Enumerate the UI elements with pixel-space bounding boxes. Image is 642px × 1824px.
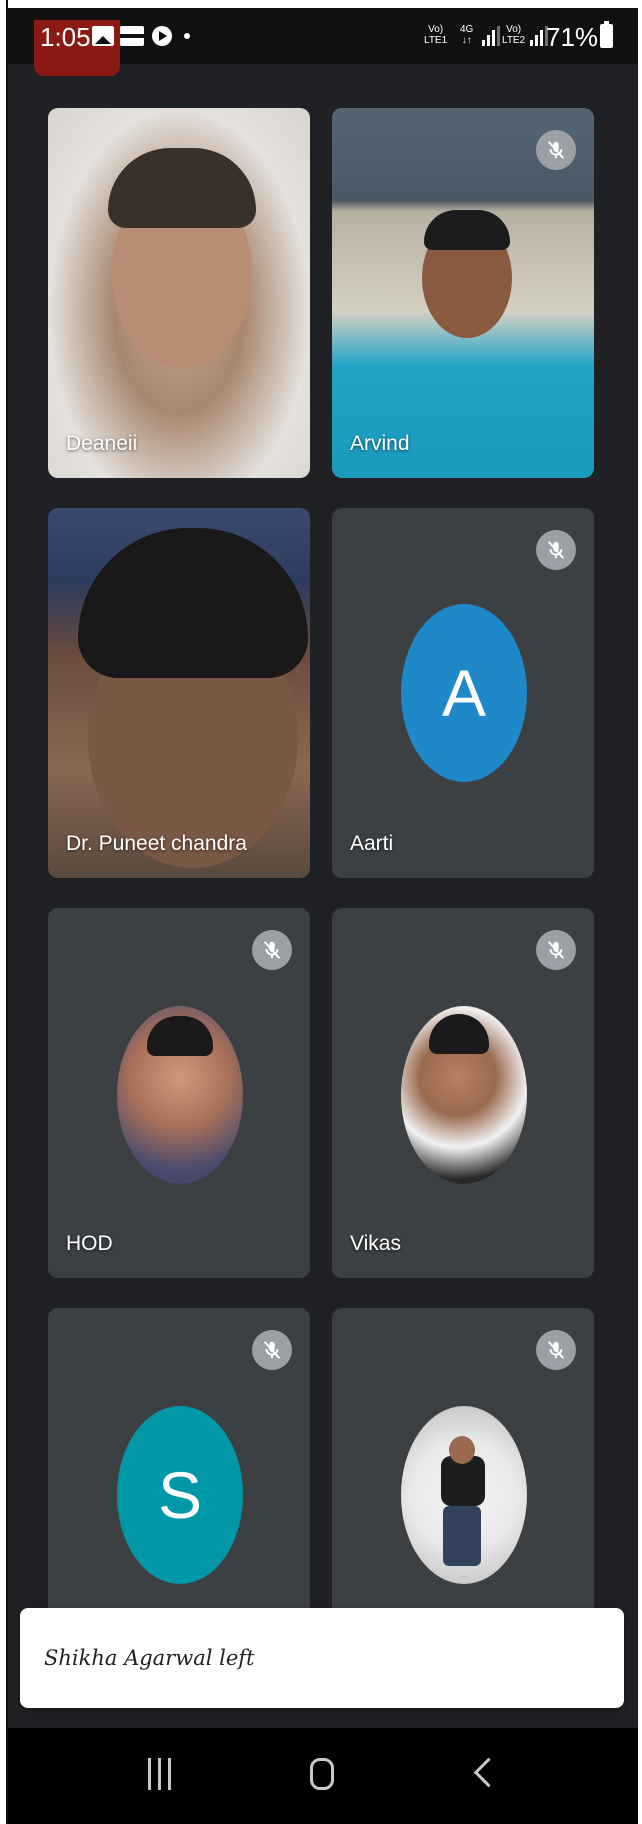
home-icon[interactable] — [310, 1758, 334, 1790]
app-notification-icon — [120, 26, 144, 46]
more-notifications-icon — [184, 33, 190, 39]
image-notification-icon — [92, 26, 114, 46]
screen-edge — [0, 0, 8, 1824]
mic-off-icon — [252, 1330, 292, 1370]
clock: 1:05 — [40, 22, 91, 52]
mic-off-icon — [536, 930, 576, 970]
mic-off-icon — [252, 930, 292, 970]
toast-message: Shikha Agarwal left — [44, 1646, 255, 1670]
status-bar: 1:05 Vo) LTE1 4G ↓↑ Vo) LTE2 71% — [8, 8, 638, 76]
participant-tile[interactable]: Deaneii — [48, 108, 310, 478]
participant-tile[interactable]: Dr. Puneet chandra — [48, 508, 310, 878]
network-type: 4G ↓↑ — [460, 24, 474, 46]
sim1-indicator: Vo) LTE1 — [424, 24, 448, 46]
back-icon[interactable] — [473, 1757, 504, 1788]
play-notification-icon — [152, 26, 172, 46]
participant-left-toast: Shikha Agarwal left — [20, 1608, 624, 1708]
sim2-indicator: Vo) LTE2 — [502, 24, 526, 46]
meeting-screen: 1:05 Vo)LTE1 4G↓↑ Vo)LTE2 71% Deaneii — [8, 8, 638, 1824]
recent-apps-icon[interactable] — [148, 1758, 172, 1790]
signal-1-icon — [482, 26, 500, 46]
participant-name: Arvind — [350, 432, 410, 455]
participant-tile[interactable]: Vikas — [332, 908, 594, 1278]
participant-tile[interactable]: HOD — [48, 908, 310, 1278]
participant-tile[interactable]: A Aarti — [332, 508, 594, 878]
avatar — [117, 1006, 243, 1184]
participant-name: Deaneii — [66, 432, 138, 455]
participant-name: Vikas — [350, 1232, 401, 1255]
participant-name: HOD — [66, 1232, 113, 1255]
avatar: S — [117, 1406, 243, 1584]
participant-tile[interactable]: Arvind — [332, 108, 594, 478]
mic-off-icon — [536, 530, 576, 570]
avatar — [401, 1006, 527, 1184]
mic-off-icon — [536, 130, 576, 170]
avatar: A — [401, 604, 527, 782]
battery-percent: 71% — [546, 22, 599, 52]
participant-name: Dr. Puneet chandra — [66, 832, 247, 855]
participant-name: Aarti — [350, 832, 394, 855]
mic-off-icon — [536, 1330, 576, 1370]
system-nav-bar — [8, 1728, 638, 1824]
battery-icon — [600, 21, 613, 48]
avatar — [401, 1406, 527, 1584]
